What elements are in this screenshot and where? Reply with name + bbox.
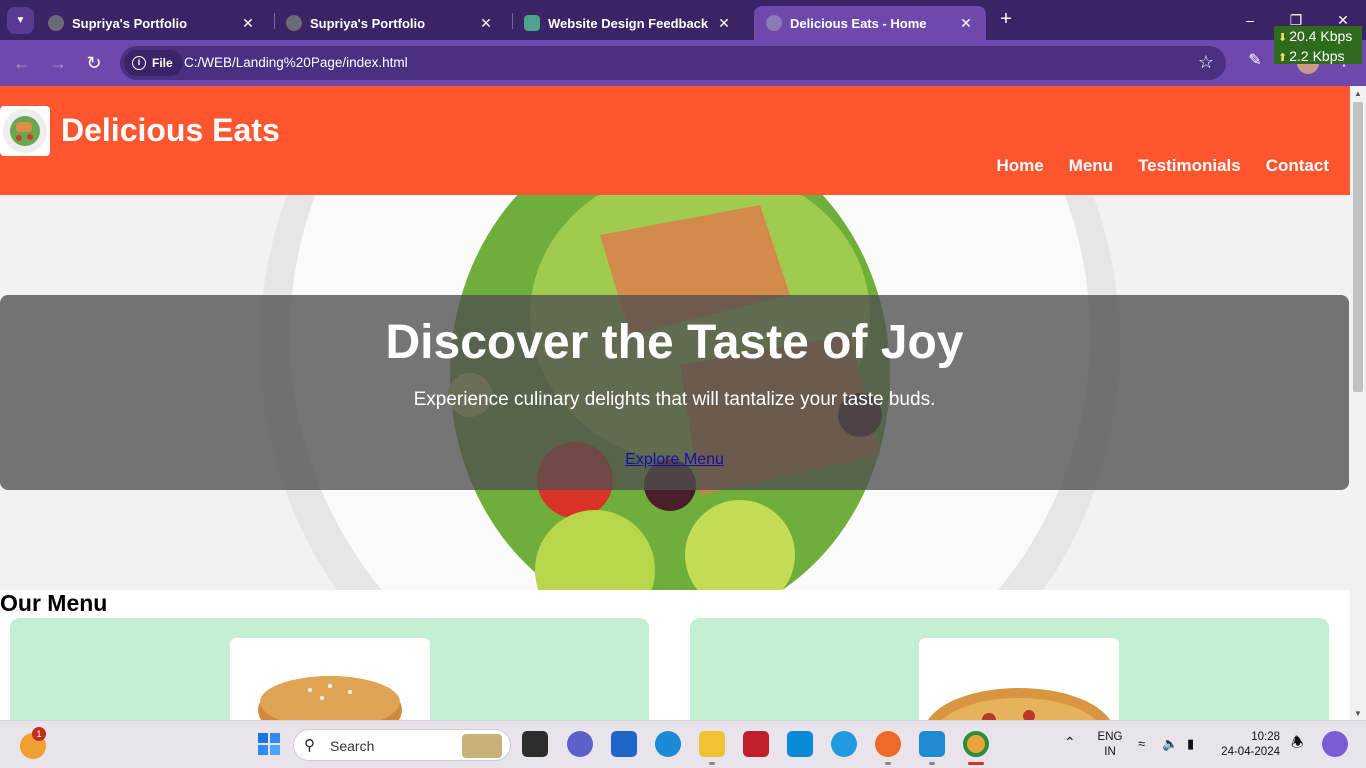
hero-section: Discover the Taste of Joy Experience cul… [0,195,1350,590]
show-hidden-icons-chevron-icon[interactable]: ⌃ [1064,735,1076,750]
close-icon[interactable]: ✕ [476,15,496,32]
page-viewport: Delicious Eats Home Menu Testimonials Co… [0,86,1350,720]
microsoft-store-icon[interactable] [611,731,637,757]
clock-date: 24-04-2024 [1221,746,1280,758]
new-tab-button[interactable]: + [995,9,1017,31]
running-indicator-active [968,762,984,765]
menu-card-pizza[interactable] [690,618,1329,720]
extensions-icon[interactable]: ✎ [1244,50,1266,72]
mcafee-icon[interactable] [743,731,769,757]
copilot-icon[interactable] [1322,731,1348,757]
tab-supriyas-portfolio-1[interactable]: Supriya's Portfolio ✕ [36,6,268,40]
running-indicator [929,762,935,765]
nav-link-testimonials[interactable]: Testimonials [1138,156,1241,176]
notification-bell-icon[interactable]: 🕭 [1291,735,1304,750]
globe-icon [766,15,782,31]
battery-icon[interactable]: ▮ [1187,736,1194,751]
globe-icon [286,15,302,31]
search-label: Search [330,738,375,754]
menu-heading: Our Menu [0,590,108,616]
back-button[interactable]: ← [10,51,34,75]
hero-title: Discover the Taste of Joy [385,316,964,369]
download-arrow-icon: ⬇ [1278,32,1288,44]
close-icon[interactable]: ✕ [956,15,976,32]
myhp-icon[interactable] [787,731,813,757]
region-code: IN [1104,746,1116,758]
tab-title: Supriya's Portfolio [72,15,188,31]
clock[interactable]: 10:28 24-04-2024 [1216,730,1280,760]
tab-search-button[interactable]: ▼ [7,7,34,34]
minimize-button[interactable]: – [1238,8,1262,32]
teams-chat-icon[interactable] [567,731,593,757]
taskbar-search-box[interactable]: ⚲ Search [293,729,511,761]
browser-toolbar: ← → ↻ i File C:/WEB/Landing%20Page/index… [0,40,1366,86]
file-explorer-icon[interactable] [699,731,725,757]
reload-button[interactable]: ↻ [82,51,106,75]
page-scrollbar[interactable]: ▲ ▼ [1350,86,1366,720]
network-speed-overlay: ⬇ 20.4 Kbps ⬆ 2.2 Kbps [1274,26,1362,64]
tab-title: Delicious Eats - Home [790,15,927,31]
chatgpt-icon [524,15,540,31]
site-info-label: File [152,56,173,70]
vscode-icon[interactable] [919,731,945,757]
nav-link-menu[interactable]: Menu [1069,156,1113,176]
site-nav: Home Menu Testimonials Contact [996,156,1329,176]
nav-link-contact[interactable]: Contact [1266,156,1329,176]
search-icon: ⚲ [304,737,315,754]
site-header: Delicious Eats Home Menu Testimonials Co… [0,86,1350,195]
burger-image [230,638,430,720]
close-icon[interactable]: ✕ [714,15,734,32]
site-info-chip[interactable]: i File [124,50,183,76]
language-code: ENG [1097,731,1123,743]
site-logo[interactable] [0,106,50,156]
forward-button[interactable]: → [46,51,70,75]
explore-menu-link[interactable]: Explore Menu [625,451,724,468]
upload-arrow-icon: ⬆ [1278,52,1288,64]
site-brand-title[interactable]: Delicious Eats [61,112,280,149]
tab-website-design-feedback[interactable]: Website Design Feedback ✕ [512,6,744,40]
scroll-up-arrow-icon[interactable]: ▲ [1350,89,1366,98]
wifi-icon[interactable]: ≈ [1138,736,1145,751]
browser-tab-bar: ▼ Supriya's Portfolio ✕ Supriya's Portfo… [0,0,1366,40]
language-indicator[interactable]: ENG IN [1094,730,1126,760]
clock-time: 10:28 [1251,731,1280,743]
tab-delicious-eats-home[interactable]: Delicious Eats - Home ✕ [754,6,986,40]
salad-logo-image [3,109,47,153]
chevron-down-icon: ▼ [15,15,26,26]
download-speed: 20.4 Kbps [1289,28,1353,44]
scroll-down-arrow-icon[interactable]: ▼ [1350,709,1366,718]
task-view-icon[interactable] [522,731,548,757]
upload-speed: 2.2 Kbps [1289,48,1345,64]
running-indicator [709,762,715,765]
scrollbar-thumb[interactable] [1353,102,1363,392]
menu-card-burger[interactable] [10,618,649,720]
firefox-icon[interactable] [875,731,901,757]
url-text[interactable]: C:/WEB/Landing%20Page/index.html [184,55,408,70]
close-icon[interactable]: ✕ [238,15,258,32]
tab-title: Website Design Feedback [548,15,709,31]
pizza-image [919,638,1119,720]
hero-overlay: Discover the Taste of Joy Experience cul… [0,295,1349,490]
windows-start-icon[interactable] [256,731,282,757]
info-icon: i [132,56,146,70]
volume-icon[interactable]: 🔈 [1162,736,1178,751]
edge-icon[interactable] [831,731,857,757]
hero-subtitle: Experience culinary delights that will t… [413,389,936,410]
tab-supriyas-portfolio-2[interactable]: Supriya's Portfolio ✕ [274,6,506,40]
get-help-icon[interactable] [655,731,681,757]
chrome-icon[interactable] [963,731,989,757]
bookmark-star-icon[interactable]: ☆ [1198,52,1214,73]
widgets-badge: 1 [32,727,46,741]
windows-taskbar: 1 ⚲ Search ⌃ ENG IN ≈ 🔈 ▮ 10:28 24-04-20… [0,720,1366,768]
globe-icon [48,15,64,31]
nav-link-home[interactable]: Home [996,156,1043,176]
tab-title: Supriya's Portfolio [310,15,426,31]
search-highlight-icon [462,734,502,758]
address-bar[interactable]: i File C:/WEB/Landing%20Page/index.html … [120,46,1226,80]
running-indicator [885,762,891,765]
